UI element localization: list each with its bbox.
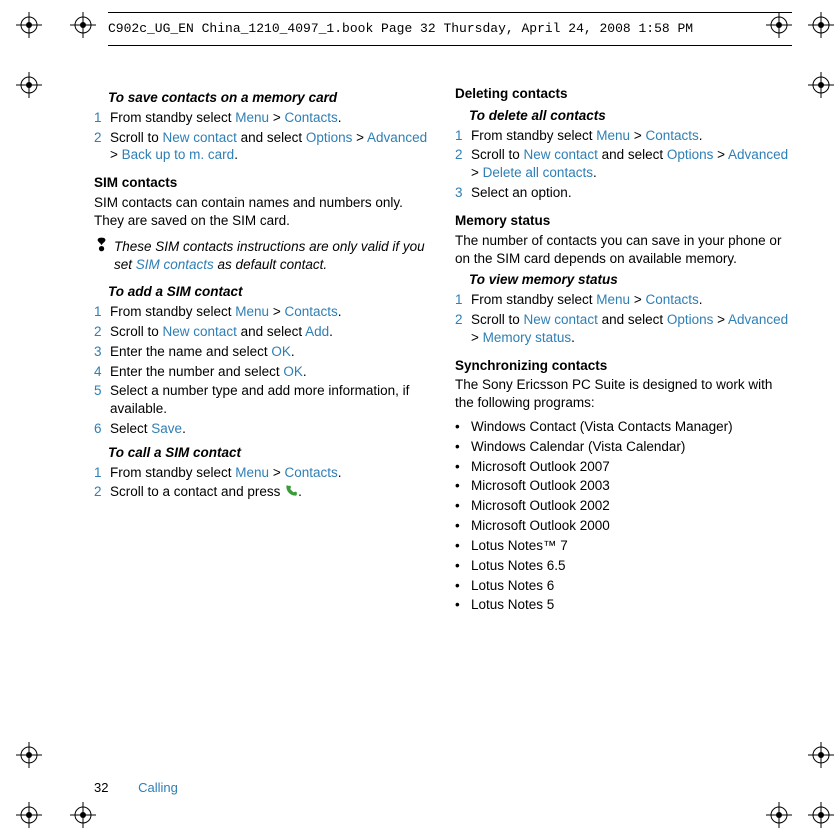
step-item: 1From standby select Menu > Contacts.	[455, 127, 790, 145]
step-item: 2Scroll to New contact and select Add.	[94, 323, 429, 341]
list-item: Microsoft Outlook 2002	[455, 497, 790, 515]
list-item: Lotus Notes 6.5	[455, 557, 790, 575]
section-heading: Memory status	[455, 212, 790, 230]
step-number: 6	[94, 420, 106, 438]
header-text: C902c_UG_EN China_1210_4097_1.book Page …	[108, 20, 693, 37]
step-number: 1	[94, 303, 106, 321]
body-text: The number of contacts you can save in y…	[455, 232, 790, 268]
crop-mark-icon	[808, 12, 834, 38]
crop-mark-icon	[808, 802, 834, 828]
step-text: Scroll to a contact and press .	[110, 483, 429, 501]
program-list: Windows Contact (Vista Contacts Manager)…	[455, 418, 790, 614]
step-number: 3	[455, 184, 467, 202]
step-number: 4	[94, 363, 106, 381]
crop-mark-icon	[70, 802, 96, 828]
page-body: To save contacts on a memory card 1From …	[94, 85, 790, 770]
step-list: 1From standby select Menu > Contacts.2Sc…	[94, 464, 429, 502]
step-text: Scroll to New contact and select Add.	[110, 323, 429, 341]
note-text: These SIM contacts instructions are only…	[114, 238, 429, 274]
crop-mark-icon	[766, 802, 792, 828]
left-column: To save contacts on a memory card 1From …	[94, 85, 429, 770]
step-text: From standby select Menu > Contacts.	[110, 464, 429, 482]
crop-mark-icon	[70, 12, 96, 38]
step-text: Select Save.	[110, 420, 429, 438]
step-number: 1	[455, 127, 467, 145]
list-item: Lotus Notes 5	[455, 596, 790, 614]
step-text: Enter the number and select OK.	[110, 363, 429, 381]
section-heading: Deleting contacts	[455, 85, 790, 103]
step-number: 1	[455, 291, 467, 309]
step-number: 2	[455, 311, 467, 347]
step-item: 1From standby select Menu > Contacts.	[455, 291, 790, 309]
step-list: 1From standby select Menu > Contacts.2Sc…	[94, 109, 429, 164]
step-text: Select a number type and add more inform…	[110, 382, 429, 418]
page-footer: 32 Calling	[94, 779, 178, 796]
step-item: 5Select a number type and add more infor…	[94, 382, 429, 418]
step-item: 1From standby select Menu > Contacts.	[94, 303, 429, 321]
step-text: Scroll to New contact and select Options…	[471, 146, 790, 182]
step-number: 5	[94, 382, 106, 418]
note-icon: ❢	[94, 238, 106, 274]
right-column: Deleting contacts To delete all contacts…	[455, 85, 790, 770]
crop-mark-icon	[808, 72, 834, 98]
list-item: Microsoft Outlook 2007	[455, 458, 790, 476]
step-list: 1From standby select Menu > Contacts.2Sc…	[94, 303, 429, 438]
step-number: 2	[94, 323, 106, 341]
task-heading: To call a SIM contact	[108, 444, 429, 462]
step-list: 1From standby select Menu > Contacts.2Sc…	[455, 291, 790, 346]
task-heading: To save contacts on a memory card	[108, 89, 429, 107]
list-item: Microsoft Outlook 2000	[455, 517, 790, 535]
call-icon	[284, 484, 298, 498]
step-item: 2Scroll to New contact and select Option…	[455, 311, 790, 347]
step-text: From standby select Menu > Contacts.	[110, 303, 429, 321]
page-number: 32	[94, 780, 108, 795]
section-heading: Synchronizing contacts	[455, 357, 790, 375]
step-item: 3Enter the name and select OK.	[94, 343, 429, 361]
task-heading: To delete all contacts	[469, 107, 790, 125]
step-number: 1	[94, 464, 106, 482]
step-number: 2	[94, 129, 106, 165]
body-text: SIM contacts can contain names and numbe…	[94, 194, 429, 230]
crop-mark-icon	[16, 12, 42, 38]
step-text: Scroll to New contact and select Options…	[471, 311, 790, 347]
header-bar: C902c_UG_EN China_1210_4097_1.book Page …	[108, 18, 792, 40]
task-heading: To add a SIM contact	[108, 283, 429, 301]
step-text: From standby select Menu > Contacts.	[471, 127, 790, 145]
step-item: 3Select an option.	[455, 184, 790, 202]
step-text: Enter the name and select OK.	[110, 343, 429, 361]
crop-mark-icon	[16, 802, 42, 828]
crop-mark-icon	[16, 72, 42, 98]
step-item: 1From standby select Menu > Contacts.	[94, 464, 429, 482]
list-item: Windows Contact (Vista Contacts Manager)	[455, 418, 790, 436]
list-item: Lotus Notes™ 7	[455, 537, 790, 555]
crop-mark-icon	[16, 742, 42, 768]
body-text: The Sony Ericsson PC Suite is designed t…	[455, 376, 790, 412]
step-number: 2	[94, 483, 106, 501]
crop-mark-icon	[766, 12, 792, 38]
step-text: From standby select Menu > Contacts.	[110, 109, 429, 127]
section-name: Calling	[138, 780, 178, 795]
step-number: 2	[455, 146, 467, 182]
step-item: 1From standby select Menu > Contacts.	[94, 109, 429, 127]
step-number: 3	[94, 343, 106, 361]
step-text: From standby select Menu > Contacts.	[471, 291, 790, 309]
step-item: 6Select Save.	[94, 420, 429, 438]
step-list: 1From standby select Menu > Contacts.2Sc…	[455, 127, 790, 202]
section-heading: SIM contacts	[94, 174, 429, 192]
step-item: 2Scroll to a contact and press .	[94, 483, 429, 501]
step-text: Select an option.	[471, 184, 790, 202]
list-item: Lotus Notes 6	[455, 577, 790, 595]
step-item: 2Scroll to New contact and select Option…	[455, 146, 790, 182]
step-item: 2Scroll to New contact and select Option…	[94, 129, 429, 165]
crop-mark-icon	[808, 742, 834, 768]
note-block: ❢ These SIM contacts instructions are on…	[94, 238, 429, 274]
task-heading: To view memory status	[469, 271, 790, 289]
step-text: Scroll to New contact and select Options…	[110, 129, 429, 165]
list-item: Windows Calendar (Vista Calendar)	[455, 438, 790, 456]
step-number: 1	[94, 109, 106, 127]
list-item: Microsoft Outlook 2003	[455, 477, 790, 495]
step-item: 4Enter the number and select OK.	[94, 363, 429, 381]
